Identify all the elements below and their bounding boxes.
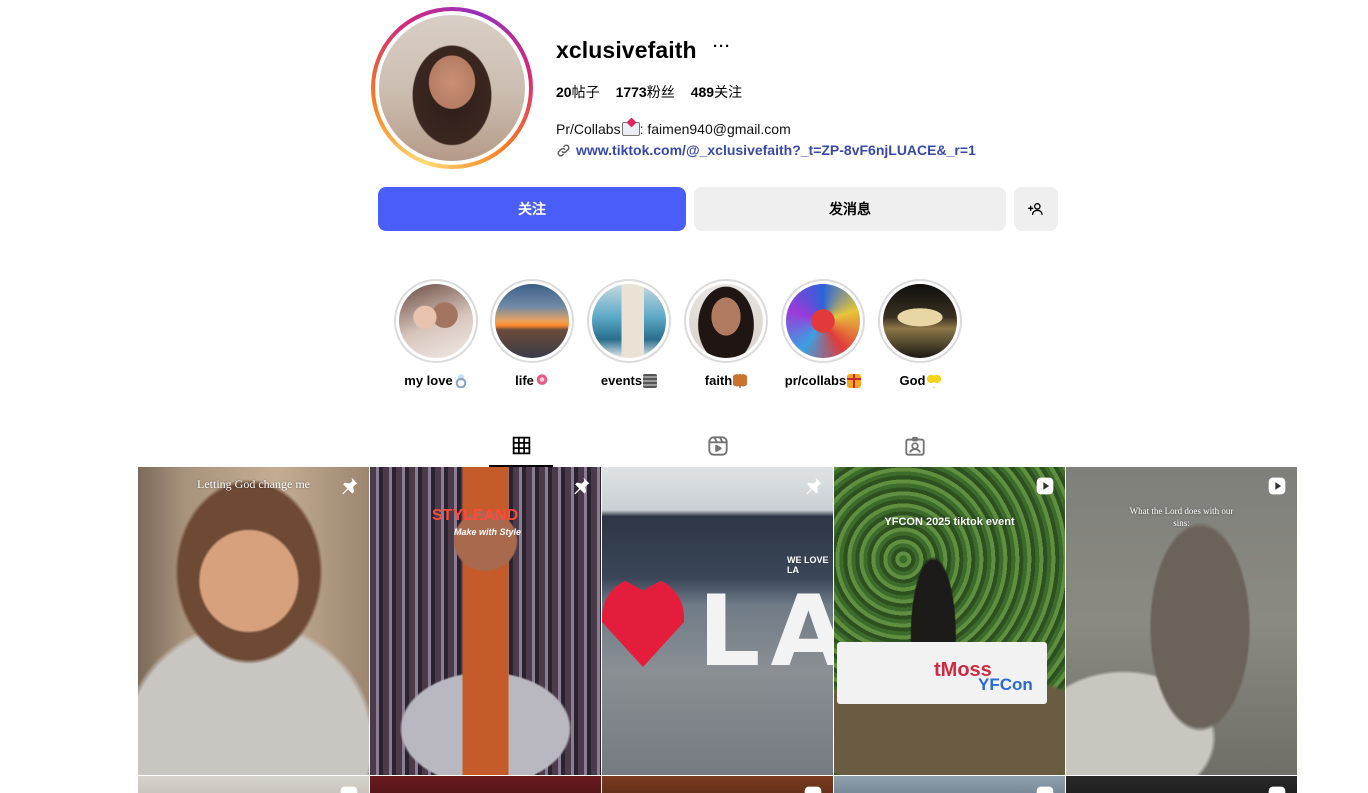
- highlight-label-text: my love: [404, 373, 453, 388]
- bio-email: : faimen940@gmail.com: [639, 121, 791, 137]
- reel-icon: [804, 786, 822, 793]
- highlight-label-text: pr/collabs: [784, 373, 847, 388]
- highlight-life[interactable]: life: [490, 279, 574, 388]
- tab-tagged[interactable]: [883, 425, 947, 467]
- reel-icon: [1268, 786, 1286, 793]
- reel-icon: [340, 786, 358, 793]
- highlight-label: events: [600, 373, 658, 388]
- highlight-cover: [883, 284, 957, 358]
- username: xclusivefaith: [556, 37, 697, 63]
- highlight-label: life: [515, 373, 549, 388]
- posts-grid: Letting God change me STYLEAND Make with…: [138, 467, 1298, 793]
- post-thumbnail[interactable]: [602, 776, 833, 793]
- highlight-cover: [399, 284, 473, 358]
- highlight-faith[interactable]: faith: [684, 279, 768, 388]
- follow-button[interactable]: 关注: [378, 187, 686, 231]
- highlight-cover: [689, 284, 763, 358]
- following-label: 关注: [714, 84, 743, 100]
- love-letter-icon: [621, 122, 640, 136]
- bio-external-link[interactable]: www.tiktok.com/@_xclusivefaith?_t=ZP-8vF…: [556, 142, 976, 158]
- following-count: 489: [690, 84, 715, 100]
- posts-count: 20: [556, 84, 572, 100]
- profile-stats: 20帖子 1773粉丝 489关注: [556, 82, 742, 102]
- link-icon: [557, 144, 570, 156]
- reel-icon: [1036, 477, 1054, 495]
- post-thumbnail[interactable]: [1066, 776, 1297, 793]
- highlight-ring: [587, 279, 671, 363]
- followers-count: 1773: [615, 84, 647, 100]
- followers-stat[interactable]: 1773粉丝: [616, 82, 675, 102]
- flower-emoji: [534, 373, 549, 388]
- post-thumbnail[interactable]: [834, 776, 1065, 793]
- post-thumbnail[interactable]: Letting God change me: [138, 467, 369, 775]
- highlight-label-text: events: [600, 373, 643, 388]
- highlight-label-text: faith: [704, 373, 733, 388]
- highlight-events[interactable]: events: [587, 279, 671, 388]
- highlight-label-text: life: [515, 373, 534, 388]
- post-thumbnail[interactable]: [138, 776, 369, 793]
- highlight-ring: [878, 279, 962, 363]
- posts-label: 帖子: [571, 84, 600, 100]
- tab-reels[interactable]: [686, 425, 750, 467]
- highlight-ring: [490, 279, 574, 363]
- highlight-god[interactable]: God: [878, 279, 962, 388]
- highlight-label: God: [900, 373, 941, 388]
- pin-icon: [342, 477, 358, 495]
- highlight-ring: [684, 279, 768, 363]
- followers-label: 粉丝: [646, 84, 675, 100]
- ring-emoji: [453, 373, 468, 388]
- highlight-label: pr/collabs: [784, 373, 862, 388]
- bio-prefix: Pr/Collabs: [556, 121, 621, 137]
- suggested-users-button[interactable]: [1014, 187, 1058, 231]
- reel-icon: [1268, 477, 1286, 495]
- avatar-frame: [375, 11, 529, 165]
- pin-icon: [806, 477, 822, 495]
- yellow-heart-emoji: [926, 373, 941, 388]
- more-options-icon[interactable]: ···: [713, 38, 731, 55]
- post-caption: Letting God change me: [197, 477, 310, 491]
- highlight-my-love[interactable]: my love: [394, 279, 478, 388]
- highlight-label: faith: [704, 373, 748, 388]
- profile-avatar-ring[interactable]: [371, 7, 533, 169]
- sign-text: STYLEAND: [432, 507, 519, 524]
- grid-icon: [512, 436, 530, 454]
- sign-text: WE LOVE LA: [787, 555, 829, 575]
- banner-text: YFCon: [978, 675, 1033, 694]
- bio-link-text: www.tiktok.com/@_xclusivefaith?_t=ZP-8vF…: [576, 142, 976, 158]
- avatar[interactable]: [379, 15, 525, 161]
- post-thumbnail[interactable]: WE LOVE LA LA: [602, 467, 833, 775]
- big-letters: LA: [698, 575, 833, 689]
- post-thumbnail[interactable]: YFCON 2025 tiktok event tMoss YFCon: [834, 467, 1065, 775]
- post-caption: YFCON 2025 tiktok event: [884, 516, 1015, 528]
- newspaper-emoji: [643, 373, 658, 388]
- pin-icon: [574, 477, 590, 495]
- post-thumbnail[interactable]: What the Lord does with our sins:: [1066, 467, 1297, 775]
- posts-count-stat: 20帖子: [556, 82, 600, 102]
- heart-sign: [602, 577, 684, 667]
- highlight-label: my love: [404, 373, 468, 388]
- post-caption: What the Lord does with our sins:: [1129, 506, 1234, 528]
- tab-posts[interactable]: [489, 425, 553, 467]
- highlight-cover: [495, 284, 569, 358]
- highlight-ring: [394, 279, 478, 363]
- highlight-ring: [781, 279, 865, 363]
- sign-subtext: Make with Style: [454, 527, 522, 537]
- gift-emoji: [847, 373, 862, 388]
- post-thumbnail[interactable]: STYLEAND Make with Style: [370, 467, 601, 775]
- highlight-cover: [592, 284, 666, 358]
- bio: Pr/Collabs : faimen940@gmail.com: [556, 121, 791, 137]
- butterfly-emoji: [733, 373, 748, 388]
- highlight-pr-collabs[interactable]: pr/collabs: [781, 279, 865, 388]
- following-stat[interactable]: 489关注: [691, 82, 742, 102]
- tagged-icon: [905, 436, 925, 456]
- reel-icon: [1036, 786, 1054, 793]
- add-person-icon: [1028, 203, 1043, 215]
- message-button[interactable]: 发消息: [694, 187, 1006, 231]
- reels-icon: [708, 436, 728, 456]
- highlight-label-text: God: [899, 373, 926, 388]
- post-thumbnail[interactable]: [370, 776, 601, 793]
- highlight-cover: [786, 284, 860, 358]
